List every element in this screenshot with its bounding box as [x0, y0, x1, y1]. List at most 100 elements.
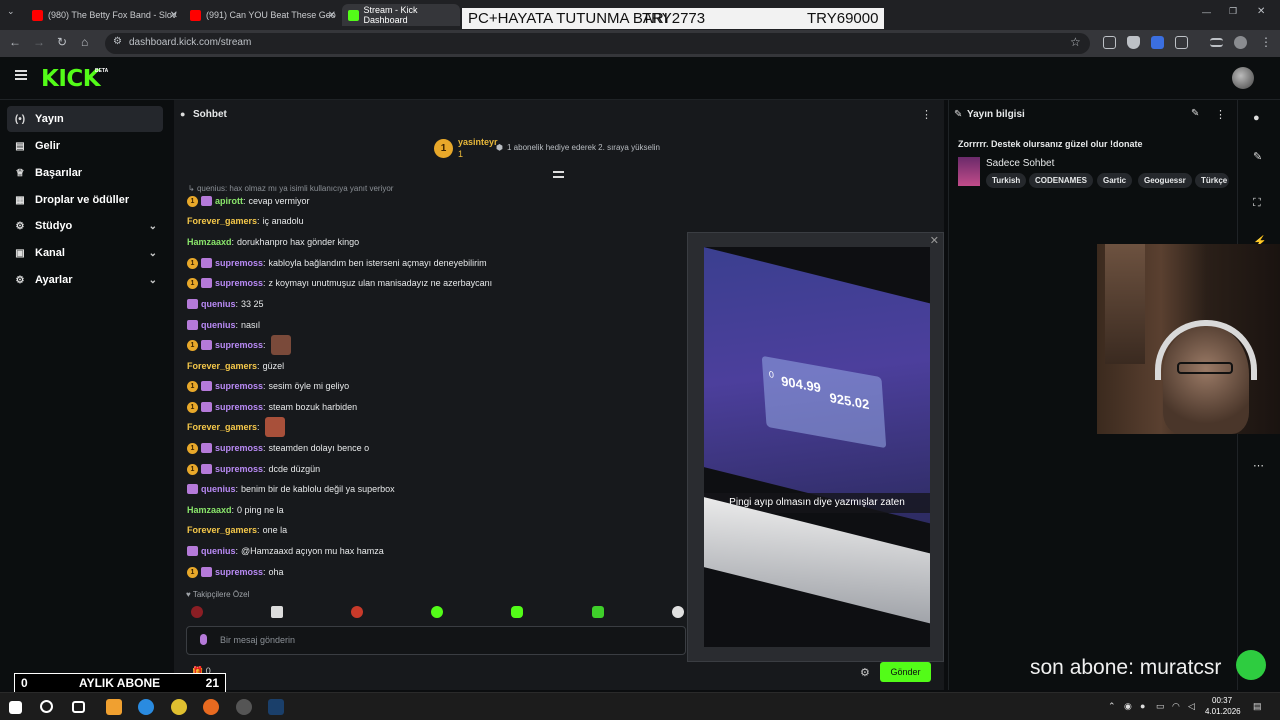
chat-username[interactable]: supremoss [215, 402, 263, 412]
tab-youtube-1[interactable]: (980) The Betty Fox Band - Slov ✕ [26, 4, 184, 26]
wifi-icon[interactable]: ◠ [1172, 701, 1180, 712]
tag-gartic[interactable]: Gartic [1097, 173, 1133, 188]
chat-username[interactable]: Forever_gamers [187, 525, 257, 535]
reload-icon[interactable]: ↻ [57, 35, 67, 49]
chat-username[interactable]: supremoss [215, 567, 263, 577]
tray-arrow-icon[interactable]: ⌃ [1108, 701, 1116, 712]
obs-icon[interactable] [236, 699, 252, 715]
chat-message[interactable]: 1 supremoss: z koymayı unutmuşuz ulan mani… [187, 276, 492, 290]
puzzle-icon[interactable] [1175, 36, 1188, 49]
shield-icon[interactable] [1127, 36, 1140, 49]
edge-icon[interactable] [138, 699, 154, 715]
bookmark-star-icon[interactable]: ☆ [1070, 35, 1081, 49]
tag-geoguessr[interactable]: Geoguessr [1138, 173, 1192, 188]
chat-message[interactable]: Forever_gamers: one la [187, 523, 287, 537]
tag-turkish[interactable]: Turkish [986, 173, 1027, 188]
chat-message[interactable]: 1 supremoss: sesim öyle mi geliyo [187, 379, 349, 393]
windows-start-icon[interactable] [9, 701, 22, 714]
chat-username[interactable]: quenius [201, 299, 236, 309]
profile-icon[interactable] [1234, 36, 1247, 49]
chat-username[interactable]: supremoss [215, 464, 263, 474]
chat-message[interactable]: Hamzaaxd:0 ping ne la [187, 503, 284, 517]
chat-message[interactable]: Forever_gamers: iç anadolu [187, 214, 304, 228]
clock-date[interactable]: 4.01.2026 [1205, 707, 1241, 716]
chat-message[interactable]: Forever_gamers: güzel [187, 359, 284, 373]
info-icon[interactable]: ● [1253, 112, 1260, 124]
chat-input[interactable]: Bir mesaj gönderin [186, 626, 686, 655]
sidebar-item-yayin[interactable]: (•) Yayın [7, 106, 163, 132]
chat-username[interactable]: quenius [201, 546, 236, 556]
chat-message[interactable]: quenius: nasıl [187, 318, 260, 332]
more-options-icon[interactable]: ⋮ [921, 108, 932, 121]
chat-username[interactable]: supremoss [215, 278, 263, 288]
emote-skull-icon[interactable] [672, 606, 684, 618]
chat-message[interactable]: quenius:33 25 [187, 297, 264, 311]
chat-username[interactable]: supremoss [215, 381, 263, 391]
forward-icon[interactable]: → [33, 35, 45, 49]
chat-message[interactable]: quenius: benim bir de kablolu değil ya su… [187, 482, 395, 496]
browser-menu-icon[interactable]: ⋮ [1260, 35, 1272, 49]
menu-icon[interactable] [15, 70, 27, 80]
share-icon[interactable]: ⋯ [1253, 459, 1264, 472]
site-info-icon[interactable]: ⚙ [113, 36, 122, 47]
pencil-icon[interactable]: ✎ [1253, 150, 1262, 163]
notification-icon[interactable]: ▤ [1253, 701, 1262, 712]
chat-username[interactable]: supremoss [215, 443, 263, 453]
network-icon[interactable]: ▭ [1156, 701, 1165, 712]
url-field[interactable]: ⚙ dashboard.kick.com/stream ☆ [105, 33, 1090, 54]
emote-kick-icon[interactable] [431, 606, 443, 618]
extension-icon[interactable] [1103, 36, 1116, 49]
back-icon[interactable]: ← [9, 35, 21, 49]
maximize-icon[interactable]: ❐ [1229, 6, 1237, 17]
steam-icon[interactable] [268, 699, 284, 715]
chat-message[interactable]: Forever_gamers: [187, 417, 285, 437]
sidebar-item-kanal[interactable]: ▣ Kanal ⌄ [7, 240, 163, 266]
chat-username[interactable]: quenius [201, 484, 236, 494]
task-view-icon[interactable] [72, 701, 85, 713]
more-options-icon[interactable]: ⋮ [1215, 108, 1226, 121]
kick-logo[interactable]: KICK [41, 66, 101, 92]
chat-message[interactable]: 1 supremoss: steam bozuk harbiden [187, 400, 357, 414]
chat-username[interactable]: supremoss [215, 340, 263, 350]
extension-blue-icon[interactable] [1151, 36, 1164, 49]
media-icon[interactable] [1210, 38, 1223, 47]
collapse-icon[interactable] [553, 171, 564, 178]
chat-username[interactable]: quenius [201, 320, 236, 330]
chat-username[interactable]: apirott [215, 196, 243, 206]
sidebar-item-basarilar[interactable]: ♕ Başarılar [7, 160, 163, 186]
edit-icon[interactable]: ✎ [1191, 108, 1199, 119]
avatar[interactable] [1232, 67, 1254, 89]
chat-message[interactable]: quenius: @Hamzaaxd açıyon mu hax hamza [187, 544, 384, 558]
clock-time[interactable]: 00:37 [1212, 696, 1232, 705]
sidebar-item-ayarlar[interactable]: ⚙ Ayarlar ⌄ [7, 267, 163, 293]
chat-message[interactable]: 1 apirott: cevap vermiyor [187, 194, 310, 208]
tray-app-icon[interactable]: ◉ [1124, 701, 1132, 712]
chat-message[interactable]: 1 supremoss: steamden dolayı bence o [187, 441, 369, 455]
chat-username[interactable]: Forever_gamers [187, 422, 257, 432]
chat-username[interactable]: supremoss [215, 258, 263, 268]
close-icon[interactable]: ✕ [930, 234, 939, 247]
chat-username[interactable]: Forever_gamers [187, 361, 257, 371]
sidebar-item-droplar[interactable]: ▦ Droplar ve ödüller [7, 187, 163, 213]
emote-glass-icon[interactable] [271, 606, 283, 618]
close-icon[interactable]: ✕ [170, 10, 178, 21]
chat-username[interactable]: Forever_gamers [187, 216, 257, 226]
chat-message[interactable]: 1 supremoss: oha [187, 565, 284, 579]
emote-cup-icon[interactable] [191, 606, 203, 618]
mic-icon[interactable] [200, 634, 207, 645]
home-icon[interactable]: ⌂ [81, 35, 88, 49]
tray-mic-icon[interactable]: ● [1140, 701, 1145, 711]
chat-message[interactable]: 1 supremoss: kabloyla bağlandım ben isters… [187, 256, 487, 270]
chat-username[interactable]: Hamzaaxd [187, 237, 232, 247]
gear-icon[interactable]: ⚙ [860, 666, 870, 679]
tab-search-icon[interactable]: ⌄ [7, 6, 15, 17]
chat-message[interactable]: Hamzaaxd: dorukhanpro hax gönder kingo [187, 235, 359, 249]
tag-codenames[interactable]: CODENAMES [1029, 173, 1094, 188]
copilot-icon[interactable] [106, 699, 122, 715]
chat-message[interactable]: 1 supremoss: dcde düzgün [187, 462, 320, 476]
sidebar-item-gelir[interactable]: ▤ Gelir [7, 133, 163, 159]
send-button[interactable]: Gönder [880, 662, 931, 682]
sidebar-item-studyo[interactable]: ⚙ Stüdyo ⌄ [7, 213, 163, 239]
firefox-icon[interactable] [203, 699, 219, 715]
volume-icon[interactable]: ◁ [1188, 701, 1195, 712]
